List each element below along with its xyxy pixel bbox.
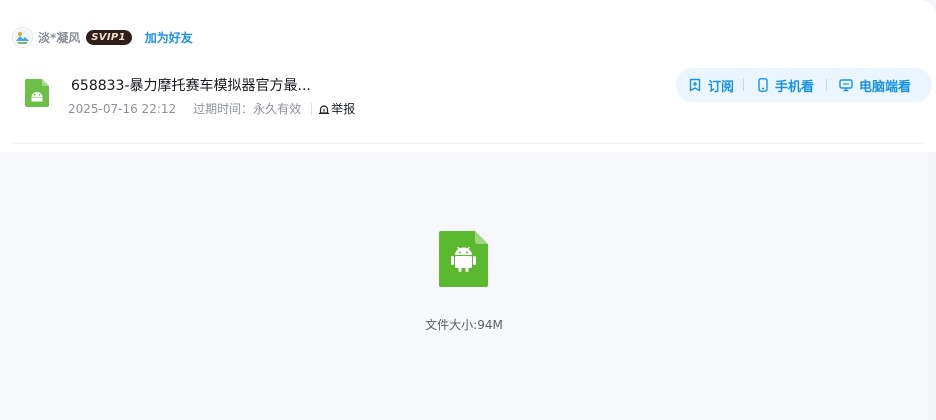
mobile-view-button[interactable]: 手机看 [757, 76, 814, 95]
pc-view-label: 电脑端看 [859, 79, 912, 95]
owner-name[interactable]: 淡*凝风 [38, 29, 80, 46]
owner-row: 淡*凝风 SVIP1 加为好友 [12, 26, 193, 48]
mobile-view-label: 手机看 [775, 79, 815, 95]
add-friend-link[interactable]: 加为好友 [145, 29, 193, 46]
avatar-image-icon [14, 29, 31, 45]
alert-bell-icon [319, 104, 330, 114]
file-title: 658833-暴力摩托赛车模拟器官方最... [71, 78, 311, 94]
action-divider [743, 79, 745, 91]
file-size: 文件大小:94M [425, 318, 503, 332]
phone-icon [758, 78, 768, 92]
subscribe-button[interactable]: 订阅 [688, 76, 734, 95]
card-divider [12, 143, 924, 144]
file-meta: 2025-07-16 22:12 过期时间：永久有效 举报 [68, 100, 355, 117]
action-bar: 订阅 手机看 电脑端看 [676, 68, 932, 102]
file-info-card: 淡*凝风 SVIP1 加为好友 658833-暴力摩托赛车模拟器官方最... 2… [0, 0, 936, 152]
android-apk-icon [25, 79, 49, 107]
report-link[interactable]: 举报 [318, 100, 355, 117]
vip-badge: SVIP1 [86, 29, 132, 45]
bookmark-plus-icon [689, 78, 701, 92]
android-apk-file-icon [439, 231, 488, 287]
avatar[interactable] [12, 26, 33, 48]
monitor-icon [839, 79, 853, 92]
upload-date: 2025-07-16 22:12 [68, 101, 177, 116]
expire-time: 过期时间：永久有效 [193, 102, 302, 116]
action-divider [826, 79, 828, 91]
subscribe-label: 订阅 [708, 79, 735, 95]
report-label: 举报 [331, 102, 356, 116]
meta-divider [311, 102, 313, 115]
pc-view-button[interactable]: 电脑端看 [839, 76, 911, 95]
